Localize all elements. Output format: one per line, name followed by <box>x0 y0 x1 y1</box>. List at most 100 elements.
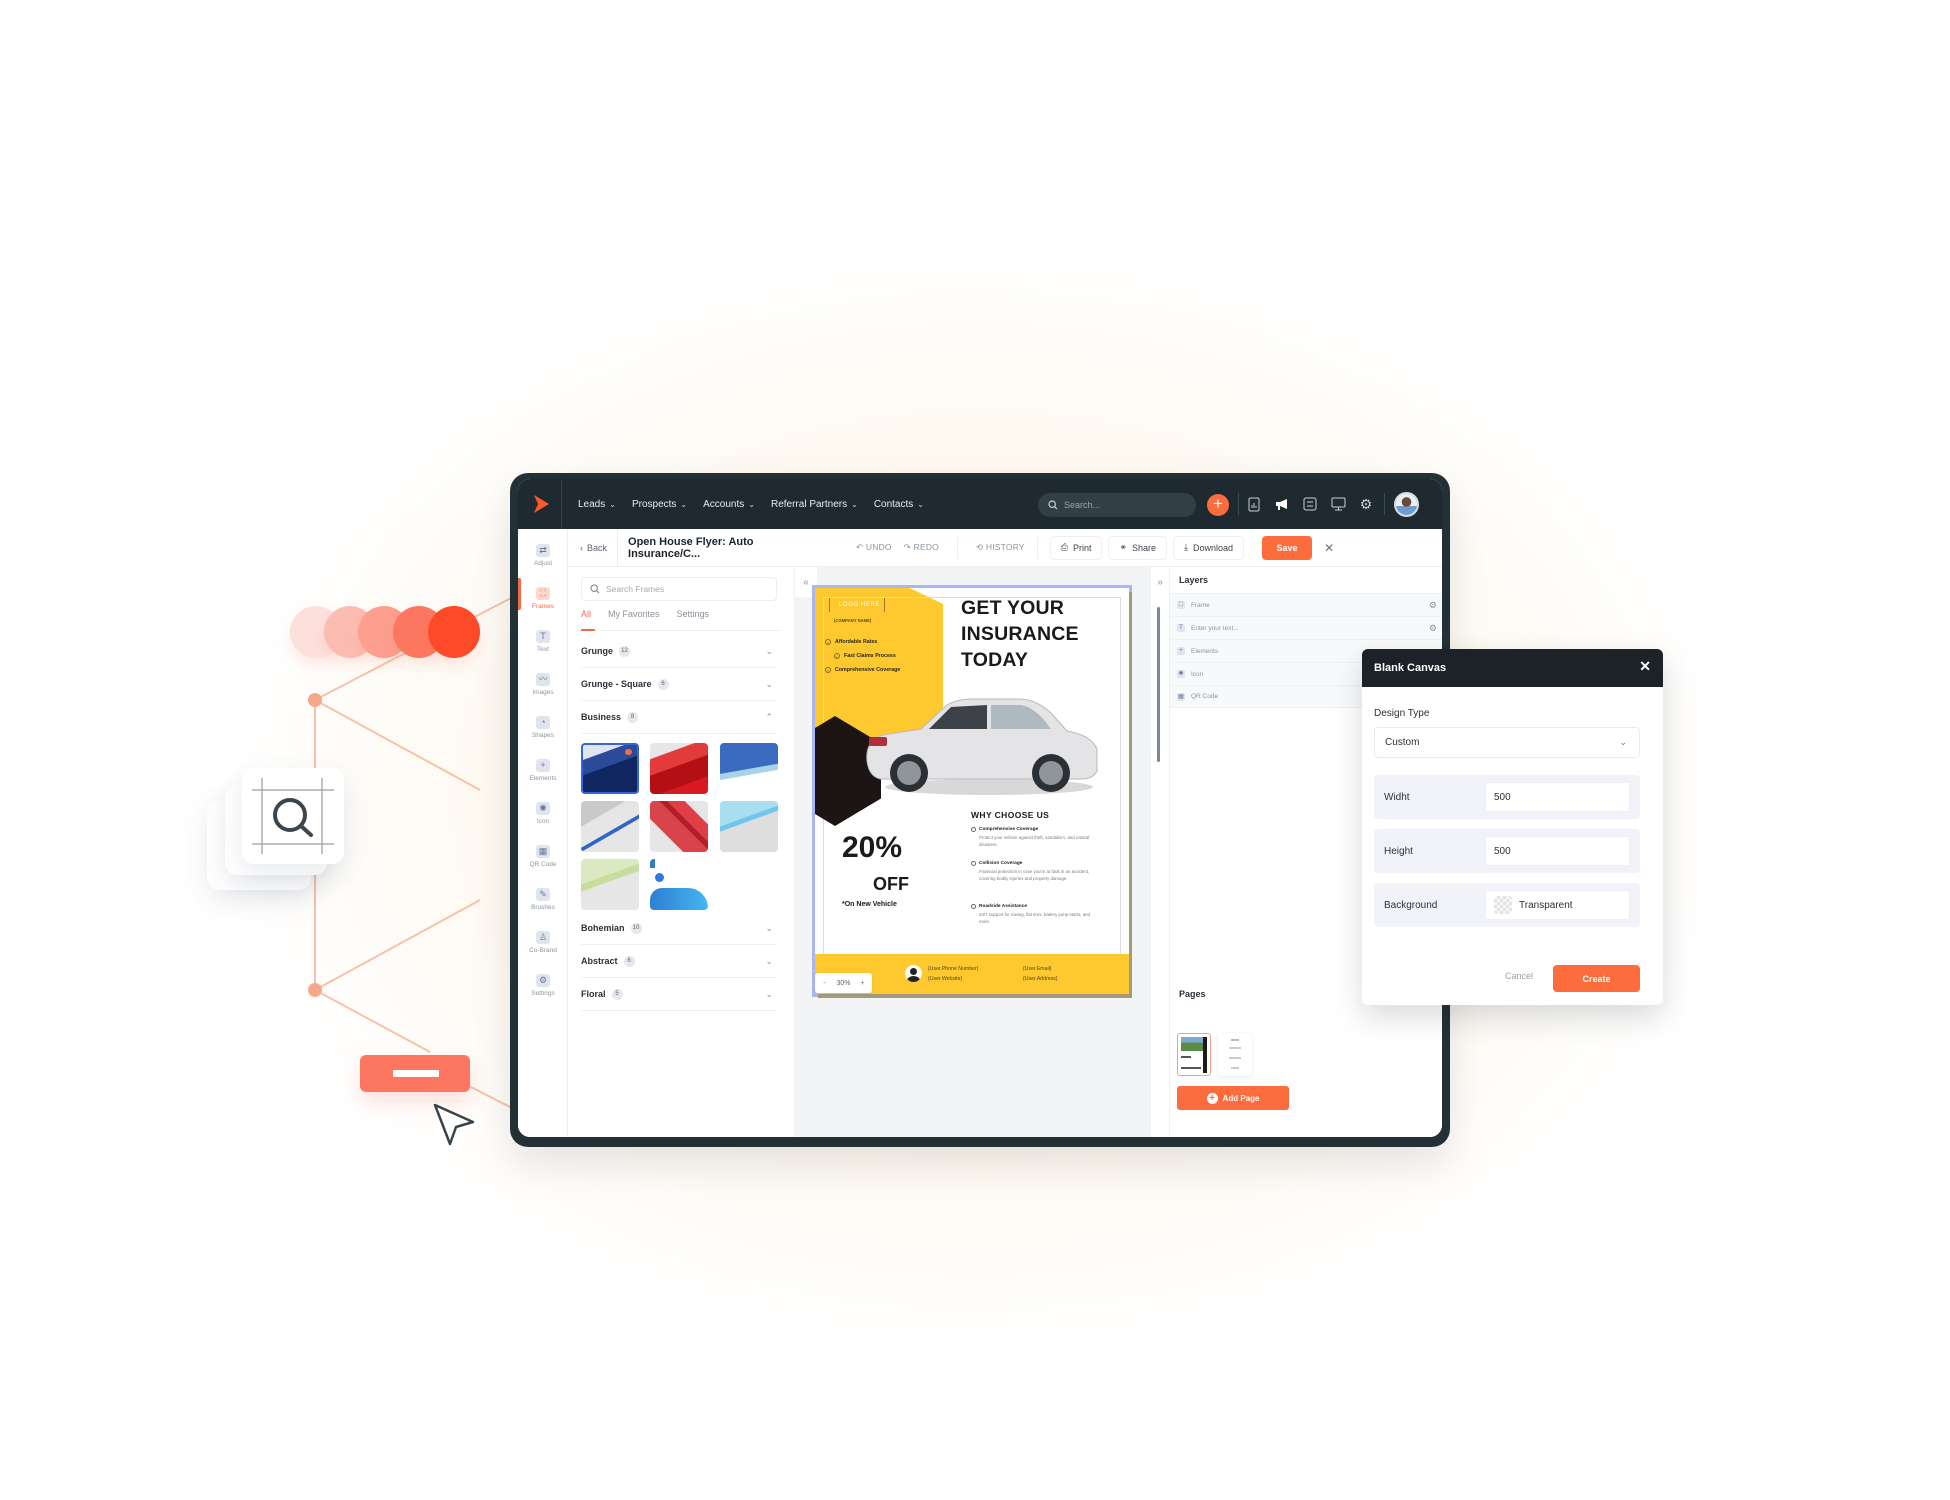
frame-thumbnail-blue-swoosh[interactable] <box>720 743 778 794</box>
flyer-why-item[interactable]: Comprehensive Coverage Protect your vehi… <box>971 827 1091 848</box>
close-icon[interactable]: ✕ <box>1639 658 1651 675</box>
contact-email[interactable]: {User.Email} <box>1023 966 1052 972</box>
collapse-left-panel-button[interactable]: « <box>795 567 817 597</box>
frame-thumbnail-red-diagonal[interactable] <box>650 801 708 852</box>
page-thumbnail-2[interactable] <box>1218 1033 1252 1076</box>
category-count: 12 <box>619 645 631 657</box>
flyer-headline[interactable]: GET YOUR INSURANCE TODAY <box>961 595 1079 673</box>
flyer-company-name[interactable]: (COMPANY NAME) <box>834 618 871 623</box>
checklist-icon[interactable] <box>1301 495 1319 513</box>
rail-icon[interactable]: ✺ Icon <box>518 792 568 835</box>
frame-thumbnail-red-wave[interactable] <box>650 743 708 794</box>
background-picker[interactable]: Transparent <box>1485 890 1630 920</box>
add-page-button[interactable]: + Add Page <box>1177 1086 1289 1110</box>
save-button[interactable]: Save <box>1262 535 1313 560</box>
contact-website[interactable]: {User.Website} <box>928 976 962 982</box>
undo-button[interactable]: ↶ UNDO <box>856 542 892 553</box>
global-search-input[interactable] <box>1064 500 1184 510</box>
cancel-button[interactable]: Cancel <box>1505 971 1533 981</box>
back-button[interactable]: ‹ Back <box>568 529 619 566</box>
zoom-out-button[interactable]: - <box>815 980 834 987</box>
frame-thumbnail-blue-splash[interactable] <box>650 859 708 910</box>
brush-icon: ✎ <box>536 888 550 901</box>
user-avatar[interactable] <box>1394 492 1419 517</box>
zoom-in-button[interactable]: + <box>853 980 872 987</box>
presentation-icon[interactable] <box>1329 495 1347 513</box>
layer-frame[interactable]: ⛶ Frame ⚙ <box>1170 593 1442 616</box>
create-button[interactable]: Create <box>1553 965 1640 992</box>
rail-images[interactable]: 〰 Images <box>518 663 568 706</box>
category-abstract[interactable]: Abstract 6 ⌄ <box>581 945 777 978</box>
favorite-heart-icon[interactable] <box>625 749 632 755</box>
rail-co-brand[interactable]: ♙ Co-Brand <box>518 921 568 964</box>
report-icon[interactable] <box>1245 495 1263 513</box>
rail-label: Frames <box>531 603 555 610</box>
nav-leads[interactable]: Leads ⌄ <box>570 499 624 510</box>
flyer-discount-note[interactable]: *On New Vehicle <box>842 901 897 908</box>
redo-button[interactable]: ↷ REDO <box>904 542 939 553</box>
category-grunge-square[interactable]: Grunge - Square 6 ⌄ <box>581 668 777 701</box>
height-input[interactable] <box>1494 845 1614 857</box>
nav-contacts[interactable]: Contacts ⌄ <box>866 499 932 510</box>
category-name: Bohemian <box>581 923 625 933</box>
frame-thumbnail-green-wave[interactable] <box>581 859 639 910</box>
frames-search-input[interactable] <box>606 584 766 594</box>
layer-settings-icon[interactable]: ⚙ <box>1429 623 1437 634</box>
rail-text[interactable]: T Text <box>518 620 568 663</box>
settings-icon[interactable]: ⚙ <box>1357 495 1375 513</box>
history-button[interactable]: ⟲ HISTORY <box>976 542 1025 553</box>
flyer-bullet[interactable]: ✓ Fast Claims Process <box>834 653 896 659</box>
flyer-logo[interactable]: LOGO HERE <box>829 598 885 612</box>
design-type-select[interactable]: Custom ⌄ <box>1374 727 1640 758</box>
editor-toolbar: ‹ Back Open House Flyer: Auto Insurance/C… <box>568 529 1442 567</box>
collapse-right-panel-button[interactable]: » <box>1151 567 1169 597</box>
frame-thumbnail-light-blue-wave[interactable] <box>720 801 778 852</box>
app-window: Leads ⌄ Prospects ⌄ Accounts ⌄ Referral Par… <box>510 473 1450 1147</box>
nav-accounts[interactable]: Accounts ⌄ <box>695 499 763 510</box>
frame-thumbnail-grey-blue-stripe[interactable] <box>581 801 639 852</box>
quick-add-button[interactable]: + <box>1207 494 1229 516</box>
rail-elements[interactable]: + Elements <box>518 749 568 792</box>
tab-my-favorites[interactable]: My Favorites <box>608 609 660 630</box>
share-button[interactable]: ⚭ Share <box>1108 535 1168 560</box>
download-button[interactable]: ⤓ Download <box>1173 535 1245 560</box>
flyer-off[interactable]: OFF <box>873 874 909 895</box>
rail-frames[interactable]: ⛶ Frames <box>518 577 568 620</box>
flyer-canvas[interactable]: LOGO HERE (COMPANY NAME) ✓ Affordable Rat… <box>815 588 1129 994</box>
flyer-why-item[interactable]: Roadside Assistance 24/7 support for tow… <box>971 904 1091 925</box>
frame-thumbnail-navy-wave[interactable] <box>581 743 639 794</box>
flyer-why-title[interactable]: WHY CHOOSE US <box>971 810 1049 820</box>
close-editor-button[interactable]: ✕ <box>1324 541 1334 555</box>
tab-settings[interactable]: Settings <box>677 609 710 630</box>
modal-header: Blank Canvas ✕ <box>1362 649 1663 687</box>
frame-icon: ⛶ <box>1177 601 1185 609</box>
rail-brushes[interactable]: ✎ Brushes <box>518 878 568 921</box>
flyer-car-image[interactable] <box>861 691 1101 806</box>
nav-prospects[interactable]: Prospects ⌄ <box>624 499 695 510</box>
canvas-scrollbar[interactable] <box>1157 607 1160 762</box>
width-input[interactable] <box>1494 791 1614 803</box>
nav-referral-partners[interactable]: Referral Partners ⌄ <box>763 499 866 510</box>
rail-adjust[interactable]: ⇄ Adjust <box>518 534 568 577</box>
megaphone-icon[interactable] <box>1273 495 1291 513</box>
brand-logo[interactable] <box>520 479 562 529</box>
flyer-why-item[interactable]: Collision Coverage Financial protection … <box>971 861 1091 882</box>
category-bohemian[interactable]: Bohemian 10 ⌄ <box>581 912 777 945</box>
category-floral[interactable]: Floral 5 ⌄ <box>581 978 777 1011</box>
flyer-discount[interactable]: 20% <box>842 831 902 865</box>
flyer-bullet[interactable]: ✓ Affordable Rates <box>825 639 877 645</box>
print-button[interactable]: ⎙ Print <box>1049 535 1103 560</box>
tab-all[interactable]: All <box>581 609 596 631</box>
rail-settings[interactable]: ⚙ Settings <box>518 964 568 1007</box>
page-thumbnail-1[interactable] <box>1177 1033 1211 1076</box>
contact-phone[interactable]: {User.Phone Number} <box>928 966 978 972</box>
category-grunge[interactable]: Grunge 12 ⌄ <box>581 635 777 668</box>
layer-settings-icon[interactable]: ⚙ <box>1429 600 1437 611</box>
rail-qr-code[interactable]: ▦ QR Code <box>518 835 568 878</box>
layer-text[interactable]: T Enter your text... ⚙ <box>1170 616 1442 639</box>
rail-shapes[interactable]: ◔ Shapes <box>518 706 568 749</box>
category-business[interactable]: Business 8 ⌃ <box>581 701 777 734</box>
flyer-bullet[interactable]: ✓ Comprehensive Coverage <box>825 667 900 673</box>
contact-address[interactable]: {User.Address} <box>1023 976 1058 982</box>
bullet-text: Affordable Rates <box>835 639 878 645</box>
